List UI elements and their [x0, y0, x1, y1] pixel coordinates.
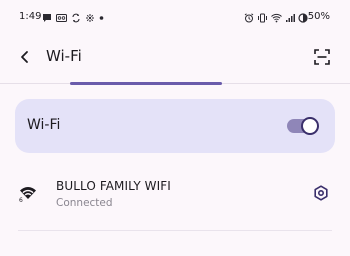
progress-indicator — [70, 82, 222, 85]
battery-icon — [298, 13, 308, 23]
gear-icon — [314, 185, 328, 201]
status-bar: 1:49 50% — [0, 0, 350, 36]
page-title: Wi-Fi — [46, 47, 82, 65]
wifi-switch[interactable] — [287, 117, 319, 135]
notification-icons — [42, 11, 104, 25]
network-list-item[interactable]: 6 BULLO FAMILY WIFI Connected — [0, 166, 350, 218]
back-button[interactable] — [14, 46, 36, 68]
network-status: Connected — [56, 197, 113, 209]
alarm-icon — [244, 13, 254, 23]
wifi-signal-icon — [271, 13, 282, 23]
wifi-toggle-card[interactable]: Wi-Fi — [15, 99, 335, 153]
flower-icon — [85, 13, 95, 23]
qr-scan-icon — [314, 49, 330, 65]
system-icons — [244, 11, 308, 25]
qr-scan-button[interactable] — [312, 47, 332, 67]
switch-thumb — [301, 117, 319, 135]
status-time: 1:49 — [19, 11, 42, 22]
list-divider — [18, 230, 332, 231]
app-bar: Wi-Fi — [0, 36, 350, 80]
cell-signal-icon — [285, 13, 295, 23]
network-settings-button[interactable] — [312, 184, 330, 202]
voicemail-icon — [56, 13, 67, 23]
recycle-icon — [71, 13, 81, 23]
wifi-6-icon: 6 — [18, 183, 38, 204]
svg-text:6: 6 — [19, 197, 23, 203]
battery-percentage: 50% — [307, 11, 330, 22]
wifi-toggle-label: Wi-Fi — [27, 117, 61, 133]
network-ssid: BULLO FAMILY WIFI — [56, 179, 171, 193]
dot-icon — [99, 13, 104, 23]
vibrate-icon — [257, 13, 268, 23]
chat-bubble-icon — [42, 13, 52, 23]
back-arrow-icon — [21, 51, 28, 63]
